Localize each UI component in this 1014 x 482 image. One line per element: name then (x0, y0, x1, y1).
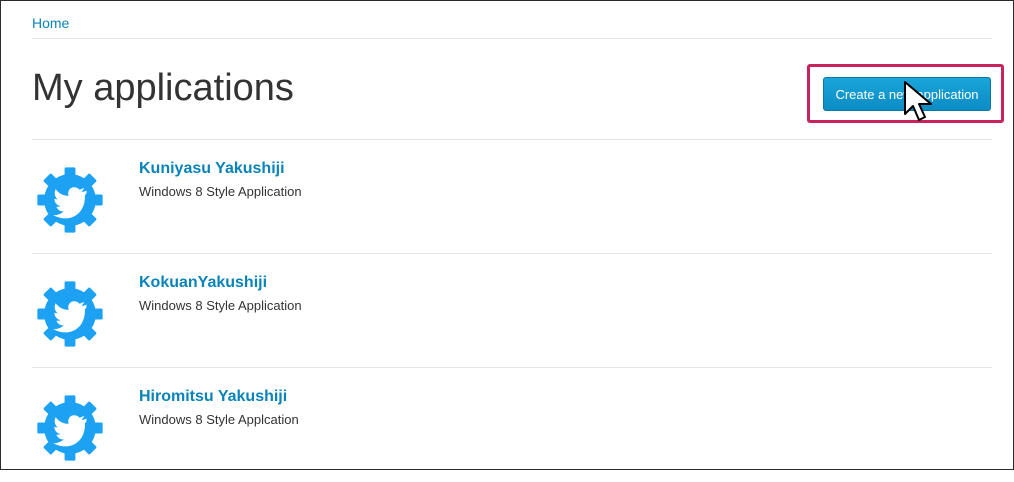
app-list-item: KokuanYakushiji Windows 8 Style Applicat… (32, 254, 992, 368)
app-name-link[interactable]: Kuniyasu Yakushiji (139, 160, 285, 178)
divider (32, 38, 992, 39)
app-list-item: Hiromitsu Yakushiji Windows 8 Style Appl… (32, 368, 992, 482)
mouse-pointer-icon (904, 81, 932, 121)
app-description: Windows 8 Style Application (139, 298, 302, 313)
app-name-link[interactable]: Hiromitsu Yakushiji (139, 388, 287, 406)
twitter-gear-icon (37, 395, 103, 461)
app-name-link[interactable]: KokuanYakushiji (139, 274, 267, 292)
app-description: Windows 8 Style Applcation (139, 412, 299, 427)
app-list-item: Kuniyasu Yakushiji Windows 8 Style Appli… (32, 140, 992, 254)
app-description: Windows 8 Style Application (139, 184, 302, 199)
page-title: My applications (32, 67, 294, 109)
twitter-gear-icon (37, 167, 103, 233)
twitter-gear-icon (37, 281, 103, 347)
breadcrumb-home-link[interactable]: Home (32, 15, 69, 31)
